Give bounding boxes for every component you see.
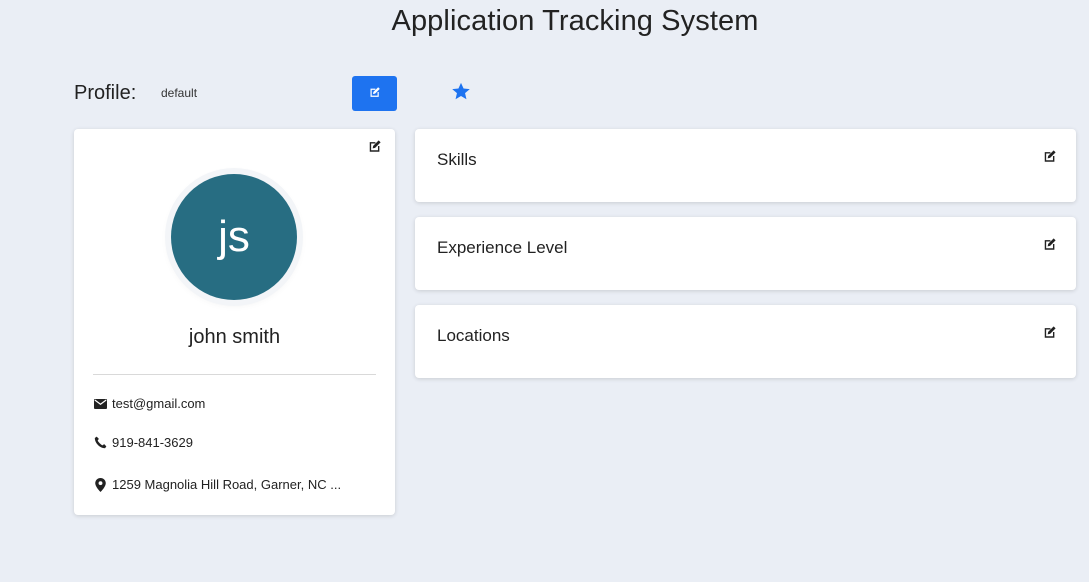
edit-icon (1043, 325, 1057, 344)
edit-experience-level-button[interactable] (1042, 237, 1058, 256)
favorite-star-button[interactable] (449, 82, 473, 106)
contact-phone: 919-841-3629 (93, 435, 383, 450)
profile-card-edit-button[interactable] (367, 139, 383, 158)
edit-icon (368, 139, 382, 158)
edit-locations-button[interactable] (1042, 325, 1058, 344)
avatar: js (171, 174, 297, 300)
contact-email: test@gmail.com (93, 396, 383, 411)
profile-label: Profile: (74, 82, 137, 104)
edit-icon (1043, 237, 1057, 256)
phone-icon (93, 436, 107, 450)
envelope-icon (93, 397, 107, 411)
email-text: test@gmail.com (112, 396, 206, 411)
edit-icon (1043, 149, 1057, 168)
skills-card: Skills (415, 129, 1076, 202)
edit-icon (369, 86, 381, 101)
phone-text: 919-841-3629 (112, 435, 193, 450)
address-text: 1259 Magnolia Hill Road, Garner, NC ... (112, 477, 342, 492)
contact-address: 1259 Magnolia Hill Road, Garner, NC ... (93, 477, 383, 492)
experience-level-card: Experience Level (415, 217, 1076, 290)
page: Application Tracking System Profile: def… (0, 0, 1089, 582)
edit-skills-button[interactable] (1042, 149, 1058, 168)
profile-select-value[interactable]: default (161, 86, 197, 100)
locations-card: Locations (415, 305, 1076, 378)
user-name: john smith (188, 326, 281, 348)
skills-title: Skills (437, 150, 477, 169)
avatar-initials: js (218, 212, 250, 261)
star-icon (451, 82, 471, 106)
profile-card: js john smith test@gmail.com 919-841-362… (74, 129, 395, 515)
divider (93, 374, 376, 375)
page-title: Application Tracking System (391, 5, 759, 37)
locations-title: Locations (437, 326, 510, 345)
map-marker-icon (93, 477, 107, 492)
experience-level-title: Experience Level (437, 238, 568, 257)
edit-profile-button[interactable] (352, 76, 397, 111)
